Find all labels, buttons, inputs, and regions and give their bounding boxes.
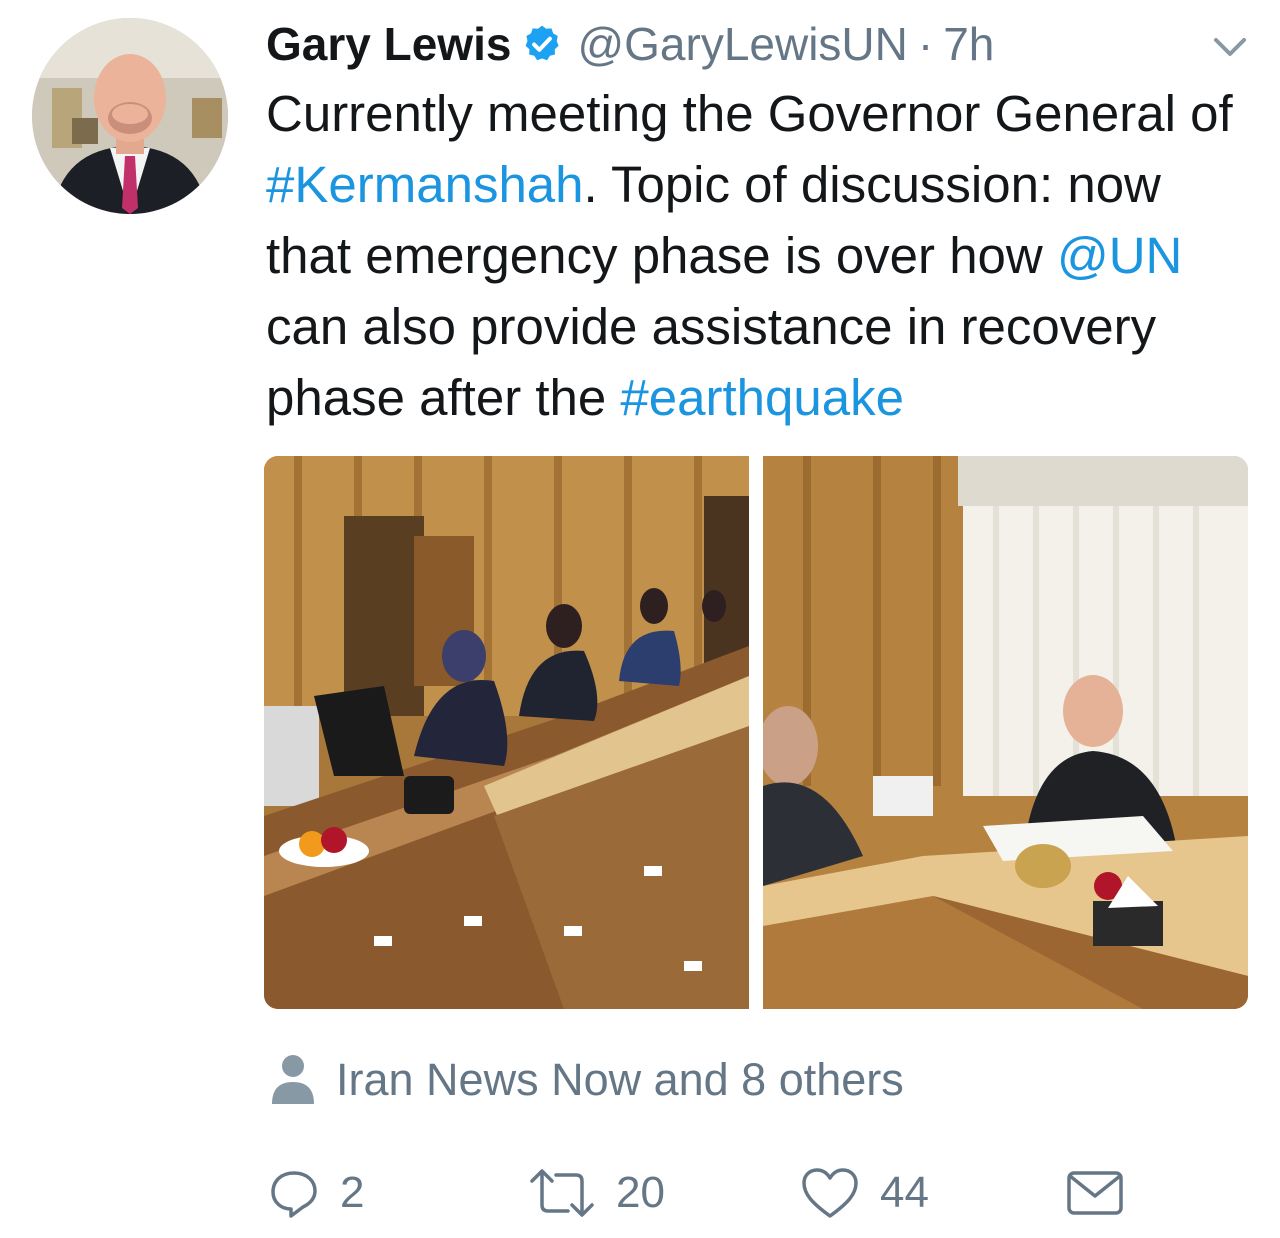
media-photo-1[interactable]: [264, 456, 749, 1009]
like-count: 44: [880, 1168, 929, 1217]
social-context-text: Iran News Now and 8 others: [336, 1054, 904, 1105]
tweet-header: Gary Lewis @GaryLewisUN · 7h: [266, 14, 994, 74]
reply-button[interactable]: 2: [268, 1158, 364, 1228]
verified-badge-icon: [521, 23, 563, 65]
author-avatar[interactable]: [32, 18, 228, 214]
reply-count: 2: [340, 1168, 365, 1217]
hashtag-link-kermanshah[interactable]: #Kermanshah: [266, 156, 584, 213]
direct-message-button[interactable]: [1066, 1158, 1144, 1228]
hashtag-link-earthquake[interactable]: #earthquake: [620, 369, 904, 426]
mention-link-un[interactable]: @UN: [1057, 227, 1182, 284]
media-photo-2[interactable]: [763, 456, 1248, 1009]
retweet-count: 20: [616, 1168, 665, 1217]
heart-icon: [802, 1168, 858, 1218]
avatar-image: [32, 18, 228, 214]
social-context[interactable]: Iran News Now and 8 others: [270, 1040, 904, 1120]
tweet-text-segment: Currently meeting the Governor General o…: [266, 85, 1233, 142]
tweet-actions: 2 20 44: [0, 1158, 1280, 1228]
header-separator: ·: [917, 18, 934, 70]
retweet-icon: [530, 1169, 594, 1217]
author-name[interactable]: Gary Lewis: [266, 17, 511, 71]
person-icon: [272, 1055, 314, 1104]
chevron-down-icon[interactable]: [1208, 30, 1252, 66]
envelope-icon: [1067, 1171, 1123, 1215]
tweet-text: Currently meeting the Governor General o…: [266, 78, 1256, 433]
like-button[interactable]: 44: [800, 1158, 929, 1228]
retweet-button[interactable]: 20: [528, 1158, 665, 1228]
author-handle[interactable]: @GaryLewisUN: [577, 17, 907, 71]
tweet-timestamp[interactable]: 7h: [943, 17, 994, 71]
tweet-media: [264, 456, 1248, 1009]
reply-icon: [271, 1171, 317, 1218]
